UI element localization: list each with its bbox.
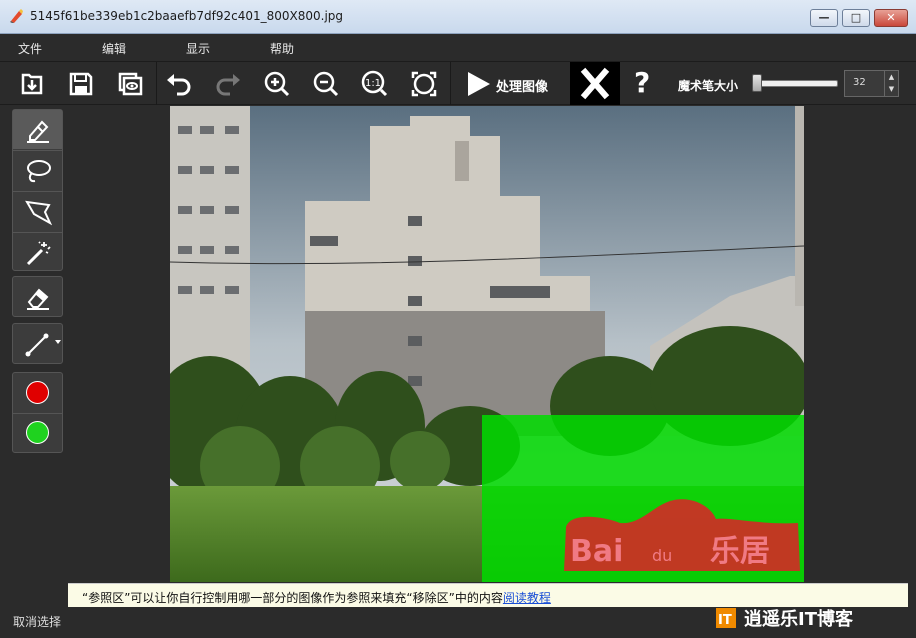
menu-view[interactable]: 显示 xyxy=(186,40,210,57)
color-group xyxy=(12,372,63,453)
app-icon xyxy=(10,9,23,23)
minimize-button[interactable]: — xyxy=(810,9,838,27)
save-icon xyxy=(69,72,93,96)
minimize-icon: — xyxy=(818,11,830,24)
undo-icon xyxy=(167,74,191,96)
close-window-button[interactable]: ✕ xyxy=(874,9,908,27)
marker-tool-button[interactable] xyxy=(13,110,62,149)
preview-icon xyxy=(118,72,143,96)
tutorial-link[interactable]: 阅读教程 xyxy=(503,591,551,605)
watermark-it-text: IT xyxy=(718,613,732,628)
stepper-arrows: ▲ ▼ xyxy=(884,71,898,96)
menu-help[interactable]: 帮助 xyxy=(270,40,294,57)
redo-icon xyxy=(216,74,240,96)
process-image-button[interactable]: 处理图像 xyxy=(456,62,568,105)
menu-file[interactable]: 文件 xyxy=(18,40,42,57)
cancel-x-icon xyxy=(580,67,610,100)
mark-du-text: du xyxy=(652,546,672,565)
save-button[interactable] xyxy=(63,66,99,102)
actual-size-label: 1:1 xyxy=(365,78,381,89)
undo-button[interactable] xyxy=(161,66,197,102)
red-color-button[interactable] xyxy=(13,373,62,412)
open-icon xyxy=(21,73,43,95)
zoom-in-button[interactable] xyxy=(259,66,295,102)
mark-bai-text: Bai xyxy=(570,534,623,569)
lasso-icon xyxy=(27,160,51,183)
close-icon: ✕ xyxy=(886,11,896,24)
tool-panel xyxy=(0,106,68,606)
deselect-status[interactable]: 取消选择 xyxy=(13,613,61,630)
line-group xyxy=(12,323,63,364)
redo-button[interactable] xyxy=(210,66,246,102)
brush-size-stepper[interactable]: 32 ▲ ▼ xyxy=(844,70,899,97)
actual-size-icon: 1:1 xyxy=(361,70,388,97)
polygon-lasso-tool-button[interactable] xyxy=(13,192,62,231)
play-icon xyxy=(468,72,490,96)
brush-size-slider[interactable] xyxy=(752,80,838,87)
stepper-up-icon[interactable]: ▲ xyxy=(885,71,898,83)
lasso-tool-button[interactable] xyxy=(13,151,62,190)
chevron-down-icon[interactable] xyxy=(55,339,61,345)
title-bar: 5145f61be339eb1c2baaefb7df92c401_800X800… xyxy=(0,0,916,34)
selection-tools-group xyxy=(12,109,63,271)
zoom-in-icon xyxy=(264,71,290,97)
process-image-label: 处理图像 xyxy=(496,80,549,95)
help-button[interactable]: ? xyxy=(622,62,668,105)
info-message: “参照区”可以让你自行控制用哪一部分的图像作为参照来填充“移除区”中的内容阅读教… xyxy=(82,589,551,606)
menu-bar: 文件 编辑 显示 帮助 xyxy=(0,34,916,62)
toolbar-divider xyxy=(156,62,157,105)
brush-size-label: 魔术笔大小 xyxy=(678,79,739,93)
info-text: “参照区”可以让你自行控制用哪一部分的图像作为参照来填充“移除区”中的内容 xyxy=(82,591,503,605)
watermark-logo: IT 逍遥乐IT博客 xyxy=(716,608,854,630)
brush-size-slider-thumb[interactable] xyxy=(752,74,762,92)
line-icon xyxy=(25,333,49,357)
actual-size-button[interactable]: 1:1 xyxy=(357,66,393,102)
magic-wand-icon xyxy=(26,241,51,266)
red-swatch xyxy=(26,381,49,404)
maximize-button[interactable]: □ xyxy=(842,9,870,27)
fit-icon xyxy=(411,71,437,97)
zoom-out-button[interactable] xyxy=(308,66,344,102)
magic-wand-tool-button[interactable] xyxy=(13,233,62,272)
watermark-text: 逍遥乐IT博客 xyxy=(744,608,854,630)
cancel-process-button[interactable] xyxy=(570,62,620,105)
toolbar-divider xyxy=(450,62,451,105)
open-button[interactable] xyxy=(14,66,50,102)
right-margin xyxy=(804,106,916,582)
window-title: 5145f61be339eb1c2baaefb7df92c401_800X800… xyxy=(30,9,344,23)
help-icon: ? xyxy=(634,66,651,99)
eraser-tool-button[interactable] xyxy=(13,277,62,316)
eraser-group xyxy=(12,276,63,317)
zoom-out-icon xyxy=(313,71,339,97)
fit-window-button[interactable] xyxy=(406,66,442,102)
removal-area-overlay[interactable]: Bai du 乐居 xyxy=(560,495,804,575)
stepper-down-icon[interactable]: ▼ xyxy=(885,83,898,95)
brush-size-value[interactable]: 32 xyxy=(853,77,866,88)
preview-button[interactable] xyxy=(112,66,148,102)
mark-cn-text: 乐居 xyxy=(710,534,770,569)
maximize-icon: □ xyxy=(850,11,862,24)
green-swatch xyxy=(26,421,49,444)
eraser-icon xyxy=(27,288,49,310)
marker-icon xyxy=(27,120,49,143)
menu-edit[interactable]: 编辑 xyxy=(102,40,126,57)
green-color-button[interactable] xyxy=(13,414,62,453)
polygon-lasso-icon xyxy=(25,200,52,226)
